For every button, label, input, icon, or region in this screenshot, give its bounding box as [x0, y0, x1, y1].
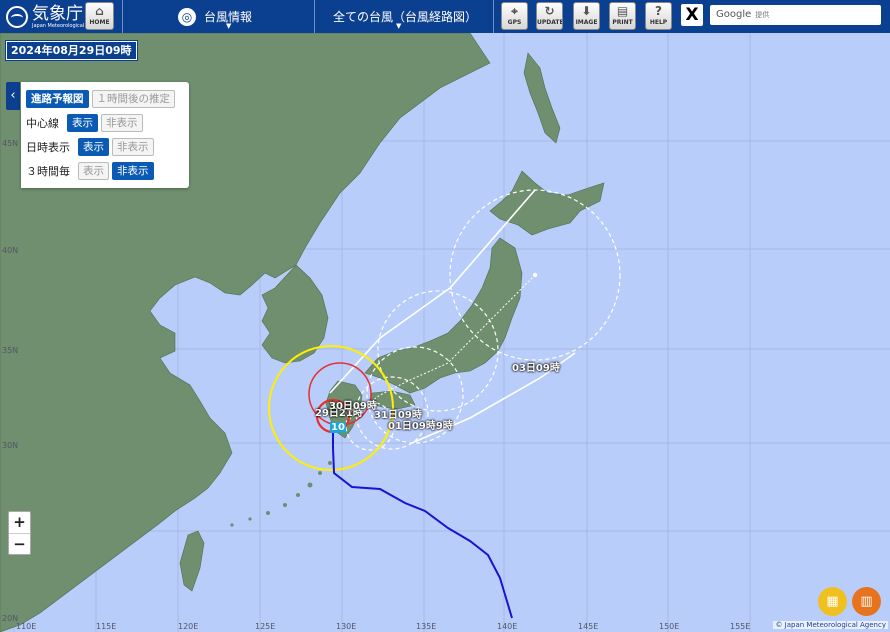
print-button[interactable]: ▤ PRINT	[609, 2, 636, 30]
lon-label: 110E	[16, 622, 37, 631]
zoom-in-button[interactable]: +	[9, 512, 30, 534]
lon-label: 130E	[336, 622, 357, 631]
centerline-hide-button[interactable]: 非表示	[101, 114, 143, 132]
lon-label: 145E	[578, 622, 599, 631]
zoom-control: + −	[8, 511, 31, 555]
google-search-input[interactable]: Google 提供	[710, 5, 881, 25]
datetime-label: 日時表示	[26, 141, 70, 154]
lon-label: 155E	[730, 622, 751, 631]
legend-button[interactable]: ▦	[818, 587, 847, 616]
legend-icon: ▦	[826, 594, 839, 609]
all-typhoons-label: 全ての台風（台風経路図）	[333, 10, 478, 24]
x-share-button[interactable]: X	[681, 4, 703, 26]
home-button[interactable]: ⌂ HOME	[85, 2, 114, 30]
header-divider	[314, 0, 315, 33]
question-icon: ?	[655, 4, 662, 18]
book-icon: ▥	[860, 594, 873, 609]
lat-label: 35N	[2, 346, 19, 355]
lat-label: 20N	[2, 614, 19, 623]
typhoon-number[interactable]: 10	[330, 422, 346, 433]
threehour-show-button[interactable]: 表示	[78, 162, 109, 180]
copyright-credit: © Japan Meteorological Agency	[773, 621, 888, 629]
update-button[interactable]: ↻ UPDATE	[536, 2, 563, 30]
all-typhoons-menu[interactable]: 全ての台風（台風経路図） ▼	[333, 0, 493, 33]
panel-collapse-button[interactable]: ‹	[6, 82, 20, 110]
label-01-09: 01日09時9時	[388, 421, 453, 432]
lat-label: 30N	[2, 441, 19, 450]
chevron-down-icon: ▼	[396, 22, 402, 30]
printer-icon: ▤	[616, 4, 629, 18]
typhoon-swirl-icon: ◎	[178, 7, 196, 26]
home-icon: ⌂	[95, 4, 104, 18]
lon-label: 135E	[416, 622, 437, 631]
lon-label: 150E	[659, 622, 680, 631]
image-button[interactable]: ⬇ IMAGE	[573, 2, 600, 30]
lon-label: 115E	[96, 622, 117, 631]
threehour-hide-button[interactable]: 非表示	[112, 162, 154, 180]
lat-label: 45N	[2, 139, 19, 148]
typhoon-info-menu[interactable]: ◎ 台風情報 ▼	[178, 0, 308, 33]
lon-label: 125E	[255, 622, 276, 631]
header-divider	[122, 0, 123, 33]
centerline-label: 中心線	[26, 117, 59, 130]
refresh-icon: ↻	[544, 4, 555, 18]
chevron-left-icon: ‹	[10, 88, 16, 103]
label-03-09: 03日09時	[512, 363, 560, 374]
crosshair-icon: ⌖	[511, 4, 518, 18]
google-brand: Google	[716, 9, 752, 20]
google-suffix: 提供	[755, 11, 770, 19]
tab-forecast-map[interactable]: 進路予報図	[26, 90, 89, 108]
gps-button[interactable]: ⌖ GPS	[501, 2, 528, 30]
datetime-show-button[interactable]: 表示	[78, 138, 109, 156]
analysis-date: 2024年08月29日09時	[6, 41, 137, 60]
jma-logo-icon	[6, 6, 28, 28]
tab-one-hour-estimate[interactable]: １時間後の推定	[91, 90, 175, 108]
lon-label: 120E	[178, 622, 199, 631]
datetime-hide-button[interactable]: 非表示	[112, 138, 154, 156]
lon-label: 140E	[497, 622, 518, 631]
zoom-out-button[interactable]: −	[9, 534, 30, 555]
label-30-09: 30日09時	[329, 401, 377, 412]
forecast-point	[532, 272, 538, 278]
chevron-down-icon: ▼	[226, 22, 232, 30]
x-logo-icon: X	[685, 5, 699, 25]
help-button[interactable]: ? HELP	[645, 2, 672, 30]
centerline-show-button[interactable]: 表示	[67, 114, 98, 132]
threehour-label: ３時間毎	[26, 165, 70, 178]
guide-book-button[interactable]: ▥	[852, 587, 881, 616]
header-divider	[493, 0, 494, 33]
lat-label: 40N	[2, 246, 19, 255]
display-options-panel: 進路予報図 １時間後の推定 中心線 表示 非表示 日時表示 表示 非表示 ３時間…	[21, 82, 189, 188]
download-icon: ⬇	[581, 4, 592, 18]
